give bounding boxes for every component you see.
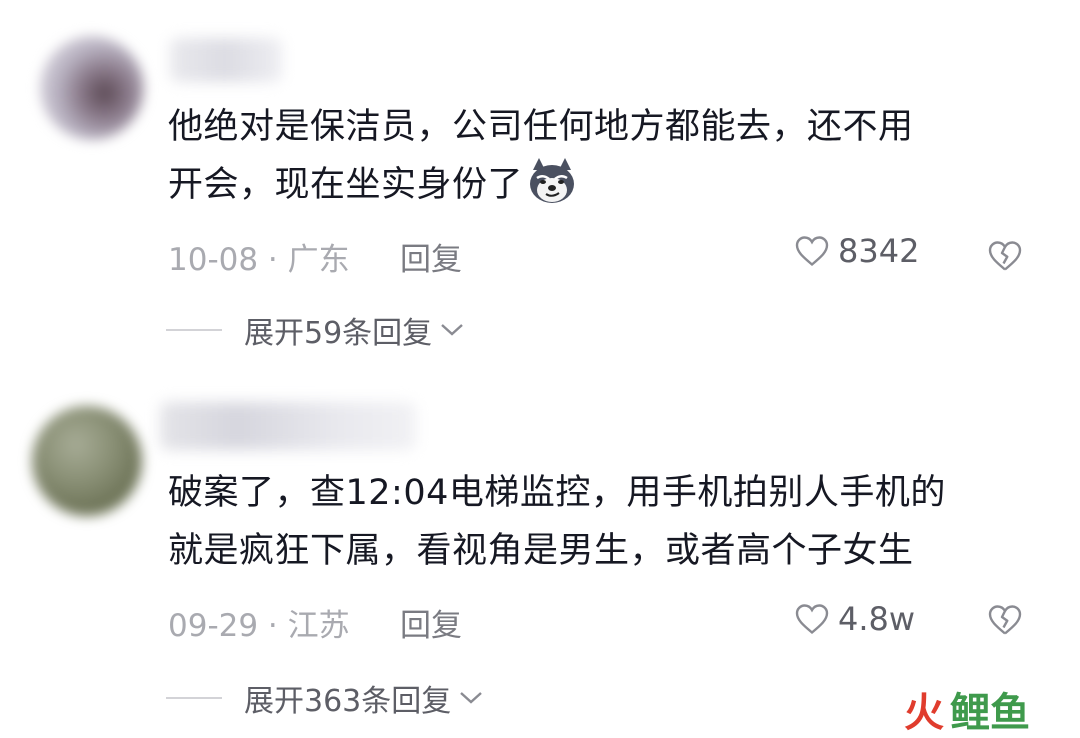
broken-heart-icon[interactable] xyxy=(986,238,1024,274)
comment-line-text: 开会，现在坐实身份了 xyxy=(168,165,524,205)
comment-item: 他绝对是保洁员，公司任何地方都能去，还不用 开会，现在坐实身份了 10-08 ·… xyxy=(0,0,1080,380)
expand-replies-button[interactable]: 展开363条回复 xyxy=(166,676,485,720)
like-count: 8342 xyxy=(838,232,920,270)
comment-meta: 10-08 · 广东 xyxy=(168,242,350,278)
watermark-logo: 火 鲤鱼 xyxy=(904,680,1030,738)
comment-line: 破案了，查12:04电梯监控，用手机拍别人手机的 xyxy=(168,473,946,513)
expand-replies-label: 展开59条回复 xyxy=(244,316,433,351)
like-button[interactable]: 8342 xyxy=(794,232,919,270)
husky-smirk-emoji-icon xyxy=(530,158,575,203)
divider-line xyxy=(166,329,222,331)
broken-heart-icon[interactable] xyxy=(986,602,1024,638)
comment-item: 破案了，查12:04电梯监控，用手机拍别人手机的 就是疯狂下属，看视角是男生，或… xyxy=(0,380,1080,726)
chevron-down-icon xyxy=(460,692,483,704)
comment-line: 就是疯狂下属，看视角是男生，或者高个子女生 xyxy=(168,531,914,571)
username-blurred[interactable] xyxy=(160,402,416,450)
watermark-fish: 鲤鱼 xyxy=(950,690,1030,736)
comment-meta: 09-29 · 江苏 xyxy=(168,608,350,644)
divider-line xyxy=(166,697,222,699)
comment-text: 他绝对是保洁员，公司任何地方都能去，还不用 开会，现在坐实身份了 xyxy=(168,98,1048,214)
like-count: 4.8w xyxy=(838,600,916,638)
heart-icon xyxy=(795,236,829,267)
expand-replies-button[interactable]: 展开59条回复 xyxy=(166,308,466,352)
reply-button[interactable]: 回复 xyxy=(400,234,462,279)
avatar[interactable] xyxy=(32,406,142,516)
username-blurred[interactable] xyxy=(170,38,282,82)
comment-line: 开会，现在坐实身份了 xyxy=(168,156,1048,214)
watermark-fire: 火 xyxy=(904,690,944,736)
like-button[interactable]: 4.8w xyxy=(794,600,915,638)
chevron-down-icon xyxy=(441,324,463,336)
avatar[interactable] xyxy=(40,36,144,140)
expand-replies-label: 展开363条回复 xyxy=(244,684,452,719)
reply-button[interactable]: 回复 xyxy=(400,600,462,645)
comment-line: 他绝对是保洁员，公司任何地方都能去，还不用 xyxy=(168,107,914,147)
heart-icon xyxy=(795,604,829,635)
comment-text: 破案了，查12:04电梯监控，用手机拍别人手机的 就是疯狂下属，看视角是男生，或… xyxy=(168,464,1048,580)
